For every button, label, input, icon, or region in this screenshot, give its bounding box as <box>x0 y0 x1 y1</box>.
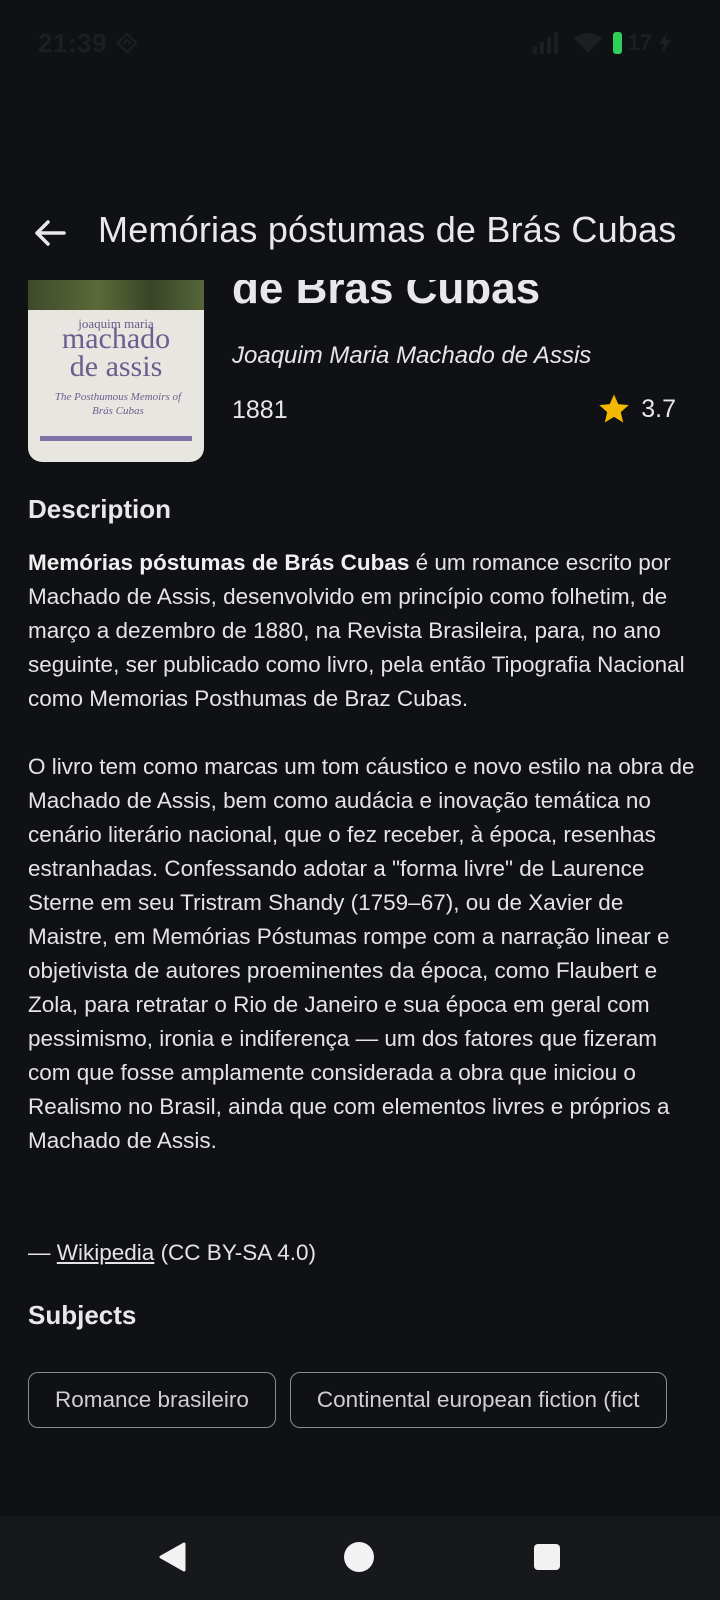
description-paragraph-2: O livro tem como marcas um tom cáustico … <box>28 754 695 1153</box>
attribution: — Wikipedia (CC BY-SA 4.0) <box>28 1240 316 1266</box>
cover-author-line2: de assis <box>69 350 163 383</box>
book-title: de Brás Cubas <box>232 280 541 313</box>
app-bar-title: Memórias póstumas de Brás Cubas <box>98 209 677 250</box>
rating-value: 3.7 <box>641 394 676 423</box>
wikipedia-link[interactable]: Wikipedia <box>57 1240 155 1265</box>
status-icons: 17 <box>531 30 672 56</box>
back-arrow-icon[interactable] <box>30 213 70 253</box>
book-header: joaquim maria machado de assis The Posth… <box>0 280 720 470</box>
cover-painting <box>28 280 204 310</box>
charging-icon <box>659 32 671 54</box>
subject-chip[interactable]: Romance brasileiro <box>28 1372 276 1428</box>
cover-subtitle: The Posthumous Memoirs of Brás Cubas <box>54 391 182 417</box>
description-paragraph-1: Memórias póstumas de Brás Cubas é um rom… <box>28 546 698 716</box>
license-text: (CC BY-SA 4.0) <box>154 1240 317 1265</box>
subjects-heading: Subjects <box>28 1300 137 1330</box>
description-heading: Description <box>28 494 172 524</box>
status-bar: 21:39 17 <box>0 0 720 88</box>
rating: 3.7 <box>597 392 676 426</box>
subject-chip[interactable]: Continental european fiction (fict <box>289 1372 667 1428</box>
battery-indicator: 17 <box>612 30 672 56</box>
attribution-dash: — <box>28 1240 57 1265</box>
battery-level: 17 <box>627 30 652 55</box>
description-text: Memórias póstumas de Brás Cubas é um rom… <box>28 546 698 1158</box>
app-bar: Memórias póstumas de Brás Cubas <box>0 195 720 275</box>
book-detail-screen: 21:39 17 Memórias póstumas de Brás Cubas… <box>0 0 720 1600</box>
wifi-icon <box>573 33 602 53</box>
book-author[interactable]: Joaquim Maria Machado de Assis <box>232 342 591 370</box>
nav-recents-icon[interactable] <box>534 1544 560 1570</box>
signal-icon <box>532 32 558 54</box>
book-cover-image[interactable]: joaquim maria machado de assis The Posth… <box>28 280 204 462</box>
description-title-bold: Memórias póstumas de Brás Cubas <box>28 550 410 575</box>
subject-chips[interactable]: Romance brasileiro Continental european … <box>28 1372 692 1428</box>
nav-back-icon[interactable] <box>158 1542 186 1572</box>
system-navigation-bar <box>0 1516 720 1600</box>
publication-year: 1881 <box>232 396 288 424</box>
cover-stripe <box>40 436 192 441</box>
star-icon <box>599 394 629 423</box>
nav-home-icon[interactable] <box>344 1542 374 1572</box>
battery-icon <box>612 32 622 54</box>
status-time: 21:39 <box>38 28 107 58</box>
navigation-icon <box>116 32 138 54</box>
